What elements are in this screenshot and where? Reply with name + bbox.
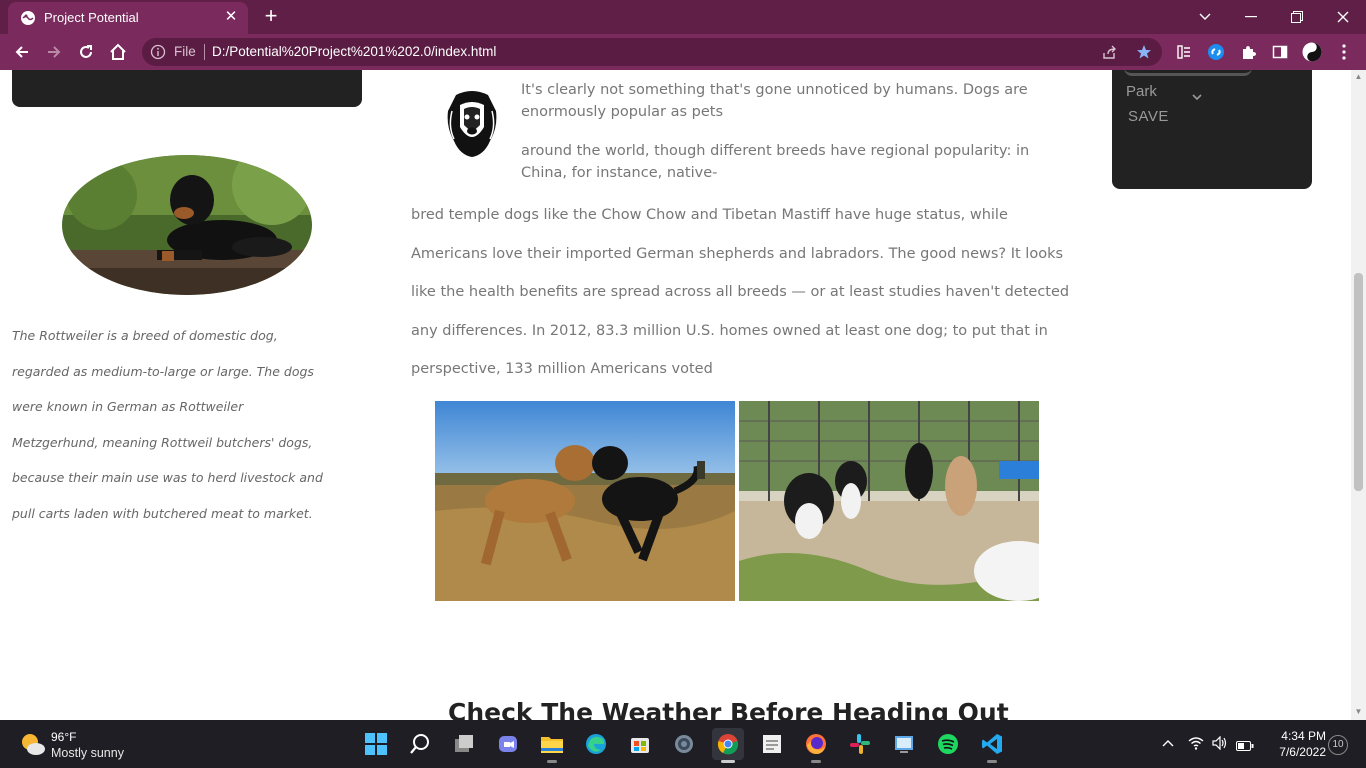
windows-taskbar: 96°F Mostly sunny 4:34 PM 7/6/2022 10 xyxy=(0,720,1366,768)
minimize-button[interactable] xyxy=(1228,4,1274,30)
paragraph-1: It's clearly not something that's gone u… xyxy=(521,82,1028,120)
weather-description: Mostly sunny xyxy=(51,746,124,760)
volume-icon[interactable] xyxy=(1212,735,1228,755)
tab-project-potential[interactable]: Project Potential ✕ xyxy=(8,2,248,34)
scroll-down-arrow-icon[interactable]: ▼ xyxy=(1354,708,1363,716)
dogs-playing-field-photo xyxy=(435,401,735,601)
control-panel-icon[interactable] xyxy=(888,728,920,760)
location-input[interactable] xyxy=(1124,70,1252,76)
shazam-extension-icon[interactable] xyxy=(1206,42,1226,62)
weather-widget[interactable]: 96°F Mostly sunny xyxy=(18,728,168,760)
notepad-icon[interactable] xyxy=(756,728,788,760)
address-divider xyxy=(204,44,205,60)
reload-button[interactable] xyxy=(74,40,98,64)
active-indicator xyxy=(721,760,735,763)
browser-menu-icon[interactable] xyxy=(1334,42,1354,62)
vscode-icon[interactable] xyxy=(976,728,1008,763)
settings-gear-icon[interactable] xyxy=(668,728,700,760)
restore-button[interactable] xyxy=(1274,4,1320,30)
weather-temperature: 96°F xyxy=(51,730,77,744)
browser-toolbar: File D:/Potential%20Project%201%202.0/in… xyxy=(0,34,1366,70)
rottweiler-caption: The Rottweiler is a breed of domestic do… xyxy=(12,328,323,521)
file-explorer-icon[interactable] xyxy=(536,728,568,763)
left-dark-panel xyxy=(12,70,362,107)
web-page: The Rottweiler is a breed of domestic do… xyxy=(0,70,1366,720)
paragraph-2: around the world, though different breed… xyxy=(521,143,1030,181)
running-indicator xyxy=(547,760,557,763)
clock-date: 7/6/2022 xyxy=(1279,745,1326,759)
file-scheme-label: File xyxy=(174,44,196,59)
running-indicator xyxy=(811,760,821,763)
clock-time: 4:34 PM xyxy=(1281,729,1326,743)
sun-cloud-icon xyxy=(20,732,46,761)
dog-head-logo xyxy=(444,87,500,159)
teams-chat-icon[interactable] xyxy=(492,728,524,760)
tab-title: Project Potential xyxy=(44,10,139,25)
running-indicator xyxy=(987,760,997,763)
wifi-icon[interactable] xyxy=(1188,736,1204,755)
chrome-browser-icon[interactable] xyxy=(712,728,744,763)
bookmark-star-icon[interactable] xyxy=(1134,42,1154,62)
rottweiler-image xyxy=(62,155,312,295)
system-clock[interactable]: 4:34 PM 7/6/2022 xyxy=(1266,728,1326,760)
scroll-up-arrow-icon[interactable]: ▲ xyxy=(1354,73,1363,81)
microsoft-store-icon[interactable] xyxy=(624,728,656,760)
address-bar[interactable]: File D:/Potential%20Project%201%202.0/in… xyxy=(142,38,1162,66)
task-view-icon[interactable] xyxy=(448,728,480,760)
back-button[interactable] xyxy=(10,40,34,64)
dogs-group-yard-photo xyxy=(739,401,1039,601)
new-tab-button[interactable]: + xyxy=(260,5,282,28)
home-button[interactable] xyxy=(106,40,130,64)
firefox-icon[interactable] xyxy=(800,728,832,763)
chevron-down-icon[interactable] xyxy=(1192,87,1202,105)
close-tab-icon[interactable]: ✕ xyxy=(222,8,240,26)
slack-icon[interactable] xyxy=(844,728,876,760)
reading-list-icon[interactable] xyxy=(1174,42,1194,62)
spotify-icon[interactable] xyxy=(932,728,964,760)
forward-button[interactable] xyxy=(42,40,66,64)
place-type-select[interactable]: Park xyxy=(1126,83,1157,100)
scrollbar-thumb[interactable] xyxy=(1354,273,1363,491)
battery-icon[interactable] xyxy=(1236,738,1254,756)
search-icon[interactable] xyxy=(404,728,436,760)
edge-browser-icon[interactable] xyxy=(580,728,612,760)
paragraph-3: bred temple dogs like the Chow Chow and … xyxy=(411,207,1070,377)
page-scrollbar[interactable]: ▲ ▼ xyxy=(1351,70,1366,720)
browser-titlebar: Project Potential ✕ + xyxy=(0,0,1366,34)
close-window-button[interactable] xyxy=(1320,4,1366,30)
notification-center-badge[interactable]: 10 xyxy=(1328,735,1348,755)
save-button[interactable]: SAVE xyxy=(1128,108,1169,125)
profile-avatar-icon[interactable] xyxy=(1302,42,1322,62)
info-icon[interactable] xyxy=(150,44,166,65)
share-icon[interactable] xyxy=(1100,42,1120,62)
tab-search-button[interactable] xyxy=(1182,4,1228,30)
url-text[interactable]: D:/Potential%20Project%201%202.0/index.h… xyxy=(212,44,496,59)
globe-icon xyxy=(20,10,36,26)
start-button[interactable] xyxy=(360,728,392,760)
side-panel-icon[interactable] xyxy=(1270,42,1290,62)
show-hidden-icons-chevron-icon[interactable] xyxy=(1162,734,1174,752)
right-dark-panel: Park SAVE xyxy=(1112,70,1312,189)
extensions-puzzle-icon[interactable] xyxy=(1238,42,1258,62)
weather-section-heading: Check The Weather Before Heading Out xyxy=(448,698,1009,720)
